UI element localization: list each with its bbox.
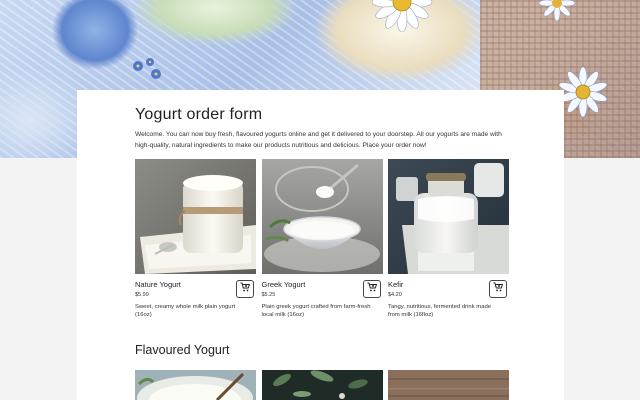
daisy-icon: [362, 0, 442, 32]
product-name: Greek Yogurt: [261, 280, 306, 289]
product-name: Nature Yogurt: [135, 280, 181, 289]
product-description: Tangy, nutritious, fermented drink made …: [388, 304, 492, 319]
product-price: $4.20: [388, 292, 402, 298]
product-description: Sweet, creamy whole milk plain yogurt (1…: [135, 304, 236, 319]
nature-yogurt-jar-photo[interactable]: [135, 159, 256, 274]
product-price: $5.25: [261, 292, 276, 298]
product-card: Greek Yogurt $5.25 Plain greek yogurt cr…: [261, 159, 383, 324]
daisy-icon: [128, 56, 168, 86]
add-to-cart-icon: [492, 280, 504, 298]
add-to-cart-icon: [239, 280, 251, 298]
product-description: Plain greek yogurt crafted from farm-fre…: [261, 304, 371, 319]
greek-yogurt-bowl-photo[interactable]: [261, 159, 383, 274]
add-to-cart-button[interactable]: [362, 280, 381, 298]
product-list: Nature Yogurt $5.99 Sweet, creamy whole …: [135, 159, 509, 324]
add-to-cart-button[interactable]: [236, 280, 254, 298]
wooden-table-photo[interactable]: [388, 370, 509, 400]
product-price: $5.99: [135, 292, 149, 298]
add-to-cart-icon: [366, 280, 378, 298]
add-to-cart-button[interactable]: [489, 280, 507, 298]
page-title: Yogurt order form: [135, 106, 263, 123]
product-card: Nature Yogurt $5.99 Sweet, creamy whole …: [135, 159, 256, 324]
daisy-icon: [535, 0, 579, 24]
flavoured-section-title: Flavoured Yogurt: [135, 343, 230, 357]
dark-leaves-photo[interactable]: [261, 370, 383, 400]
yogurt-bowl-photo[interactable]: [135, 370, 256, 400]
order-form-card: Yogurt order form Welcome. You can now b…: [77, 90, 564, 400]
product-name: Kefir: [388, 280, 404, 289]
intro-text: Welcome. You can now buy fresh, flavoure…: [135, 131, 502, 149]
kefir-bottle-photo[interactable]: [388, 159, 509, 274]
product-card: Kefir $4.20 Tangy, nutritious, fermented…: [388, 159, 509, 324]
flavoured-product-list: [135, 370, 509, 400]
